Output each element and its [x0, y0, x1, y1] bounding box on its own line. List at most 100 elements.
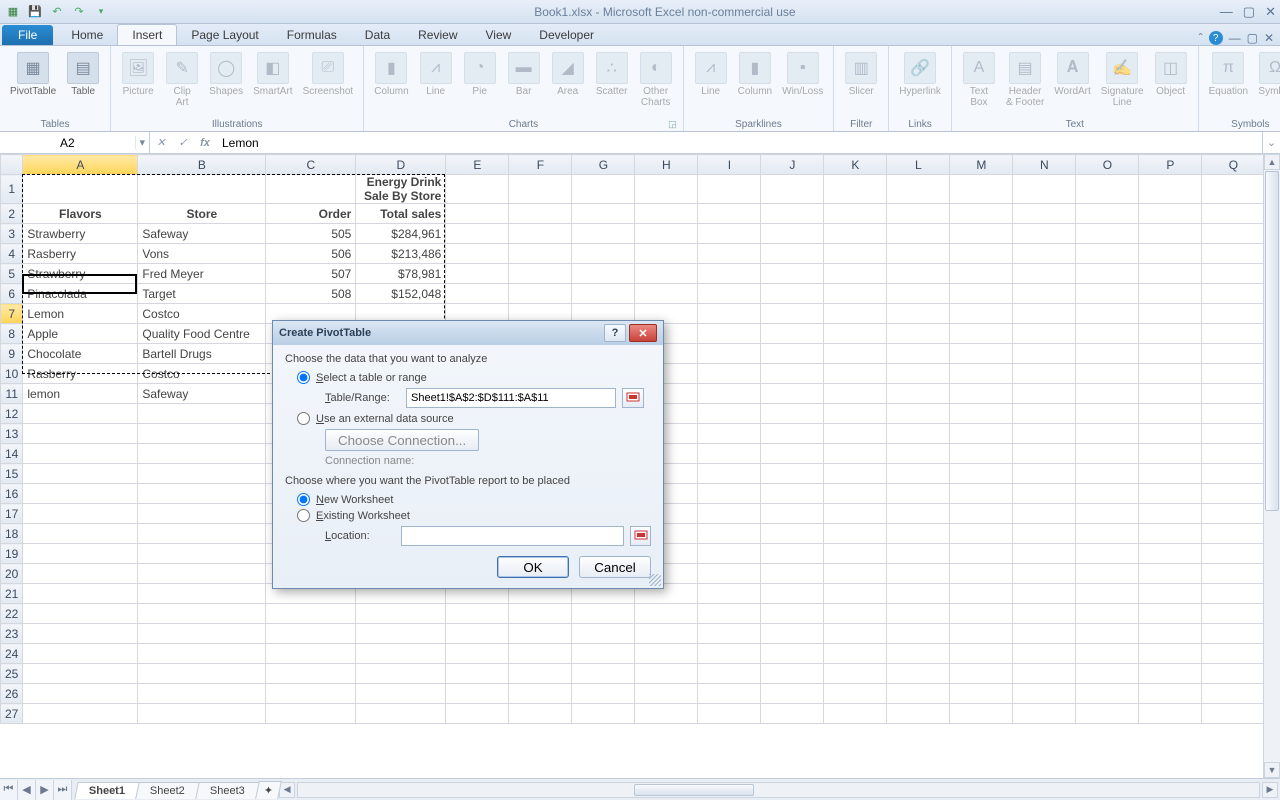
- cell-J22[interactable]: [761, 604, 824, 624]
- dialog-close-icon[interactable]: ✕: [629, 324, 657, 342]
- cell-B11[interactable]: Safeway: [138, 384, 266, 404]
- cell-F4[interactable]: [509, 244, 572, 264]
- cell-N20[interactable]: [1013, 564, 1076, 584]
- row-header-9[interactable]: 9: [1, 344, 23, 364]
- cell-O2[interactable]: [1076, 204, 1139, 224]
- cell-J20[interactable]: [761, 564, 824, 584]
- cell-K9[interactable]: [824, 344, 887, 364]
- cell-N3[interactable]: [1013, 224, 1076, 244]
- cell-B16[interactable]: [138, 484, 266, 504]
- col-header-O[interactable]: O: [1076, 155, 1139, 175]
- cell-B10[interactable]: Costco: [138, 364, 266, 384]
- horizontal-scrollbar[interactable]: ◀ ▶: [279, 782, 1280, 798]
- undo-icon[interactable]: ↶: [48, 3, 66, 21]
- cell-O23[interactable]: [1076, 624, 1139, 644]
- cell-M11[interactable]: [950, 384, 1013, 404]
- cell-C2[interactable]: Order: [266, 204, 356, 224]
- cell-O5[interactable]: [1076, 264, 1139, 284]
- cell-K16[interactable]: [824, 484, 887, 504]
- cell-J1[interactable]: [761, 175, 824, 204]
- cell-P19[interactable]: [1139, 544, 1202, 564]
- cell-A14[interactable]: [23, 444, 138, 464]
- cell-D25[interactable]: [356, 664, 446, 684]
- cell-N8[interactable]: [1013, 324, 1076, 344]
- cell-N6[interactable]: [1013, 284, 1076, 304]
- cell-F6[interactable]: [509, 284, 572, 304]
- cell-J19[interactable]: [761, 544, 824, 564]
- cell-B26[interactable]: [138, 684, 266, 704]
- sheet-nav-prev-icon[interactable]: ◀: [18, 780, 36, 800]
- tab-developer[interactable]: Developer: [525, 25, 608, 45]
- row-header-17[interactable]: 17: [1, 504, 23, 524]
- cell-H3[interactable]: [635, 224, 698, 244]
- cell-O4[interactable]: [1076, 244, 1139, 264]
- col-header-M[interactable]: M: [950, 155, 1013, 175]
- cell-B19[interactable]: [138, 544, 266, 564]
- cell-A10[interactable]: Rasberry: [23, 364, 138, 384]
- cell-I12[interactable]: [698, 404, 761, 424]
- cell-D2[interactable]: Total sales: [356, 204, 446, 224]
- col-header-D[interactable]: D: [356, 155, 446, 175]
- sheet-nav-next-icon[interactable]: ▶: [36, 780, 54, 800]
- sheet-tab-1[interactable]: Sheet1: [74, 782, 140, 799]
- cell-O21[interactable]: [1076, 584, 1139, 604]
- cell-P1[interactable]: [1139, 175, 1202, 204]
- cell-N2[interactable]: [1013, 204, 1076, 224]
- cell-G25[interactable]: [572, 664, 635, 684]
- textbox-button[interactable]: AText Box: [958, 50, 1000, 110]
- cell-N17[interactable]: [1013, 504, 1076, 524]
- tab-review[interactable]: Review: [404, 25, 471, 45]
- vertical-scrollbar[interactable]: ▲ ▼: [1263, 154, 1280, 778]
- cell-A9[interactable]: Chocolate: [23, 344, 138, 364]
- cell-I20[interactable]: [698, 564, 761, 584]
- cell-D5[interactable]: $78,981: [356, 264, 446, 284]
- cell-N11[interactable]: [1013, 384, 1076, 404]
- cell-J9[interactable]: [761, 344, 824, 364]
- cell-L6[interactable]: [887, 284, 950, 304]
- cell-P17[interactable]: [1139, 504, 1202, 524]
- cell-J7[interactable]: [761, 304, 824, 324]
- cell-N26[interactable]: [1013, 684, 1076, 704]
- enter-icon[interactable]: ✓: [172, 136, 194, 149]
- cell-L8[interactable]: [887, 324, 950, 344]
- redo-icon[interactable]: ↷: [70, 3, 88, 21]
- cell-I18[interactable]: [698, 524, 761, 544]
- cell-A27[interactable]: [23, 704, 138, 724]
- cell-H23[interactable]: [635, 624, 698, 644]
- cell-K23[interactable]: [824, 624, 887, 644]
- row-header-24[interactable]: 24: [1, 644, 23, 664]
- cell-O18[interactable]: [1076, 524, 1139, 544]
- cell-Q22[interactable]: [1202, 604, 1265, 624]
- cell-Q13[interactable]: [1202, 424, 1265, 444]
- cell-M10[interactable]: [950, 364, 1013, 384]
- cell-M18[interactable]: [950, 524, 1013, 544]
- cell-D4[interactable]: $213,486: [356, 244, 446, 264]
- cell-I17[interactable]: [698, 504, 761, 524]
- cell-L26[interactable]: [887, 684, 950, 704]
- select-all-corner[interactable]: [1, 155, 23, 175]
- cell-Q11[interactable]: [1202, 384, 1265, 404]
- cell-Q15[interactable]: [1202, 464, 1265, 484]
- window-minimize-icon[interactable]: —: [1229, 31, 1241, 45]
- column-chart-button[interactable]: ▮Column: [370, 50, 412, 99]
- cell-N16[interactable]: [1013, 484, 1076, 504]
- cell-D6[interactable]: $152,048: [356, 284, 446, 304]
- cell-L2[interactable]: [887, 204, 950, 224]
- cell-O13[interactable]: [1076, 424, 1139, 444]
- cell-J2[interactable]: [761, 204, 824, 224]
- cell-A16[interactable]: [23, 484, 138, 504]
- col-header-C[interactable]: C: [266, 155, 356, 175]
- vscroll-thumb[interactable]: [1265, 171, 1279, 511]
- cell-L13[interactable]: [887, 424, 950, 444]
- cell-C5[interactable]: 507: [266, 264, 356, 284]
- cell-C1[interactable]: [266, 175, 356, 204]
- cell-O26[interactable]: [1076, 684, 1139, 704]
- cell-O3[interactable]: [1076, 224, 1139, 244]
- cell-P15[interactable]: [1139, 464, 1202, 484]
- new-sheet-icon[interactable]: ✦: [255, 781, 282, 799]
- clipart-button[interactable]: ✎Clip Art: [161, 50, 203, 110]
- radio-existing-worksheet-input[interactable]: [297, 509, 310, 522]
- hscroll-thumb[interactable]: [634, 784, 754, 796]
- cell-H22[interactable]: [635, 604, 698, 624]
- cell-J25[interactable]: [761, 664, 824, 684]
